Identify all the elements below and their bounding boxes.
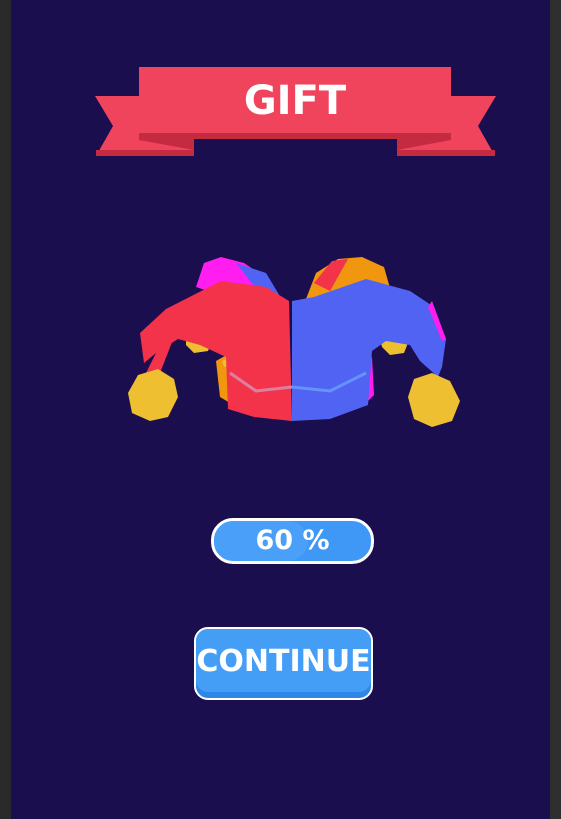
left-frame-edge — [0, 0, 11, 819]
jester-hat-icon — [116, 245, 476, 445]
gift-screen: GIFT 60 % CONTINUE — [11, 0, 550, 819]
progress-bar: 60 % — [211, 518, 374, 564]
continue-button-label: CONTINUE — [196, 644, 371, 679]
right-frame-edge — [550, 0, 561, 819]
continue-button[interactable]: CONTINUE — [194, 627, 373, 700]
title-ribbon: GIFT — [95, 66, 496, 158]
gift-title: GIFT — [243, 78, 347, 124]
progress-label: 60 % — [255, 525, 330, 556]
